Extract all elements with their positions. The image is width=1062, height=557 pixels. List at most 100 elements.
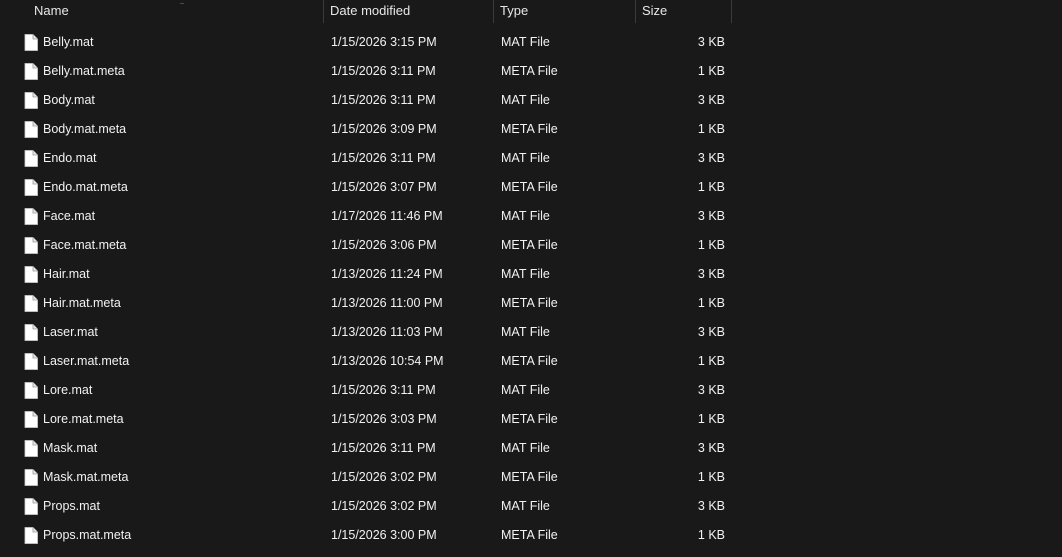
- file-icon: [24, 92, 38, 109]
- file-list: Belly.mat 1/15/2026 3:15 PM MAT File 3 KB Be…: [0, 28, 1062, 550]
- file-name: Belly.mat.meta: [43, 64, 125, 78]
- file-name: Hair.mat.meta: [43, 296, 121, 310]
- file-size: 3 KB: [697, 499, 725, 513]
- file-name: Lore.mat: [43, 383, 93, 397]
- file-row[interactable]: Body.mat 1/15/2026 3:11 PM MAT File 3 KB: [0, 86, 732, 115]
- file-row[interactable]: Lore.mat 1/15/2026 3:11 PM MAT File 3 KB: [0, 376, 732, 405]
- file-size: 1 KB: [697, 528, 725, 542]
- file-size: 3 KB: [697, 441, 725, 455]
- file-type: MAT File: [501, 151, 550, 165]
- file-name: Laser.mat: [43, 325, 98, 339]
- file-row[interactable]: Hair.mat.meta 1/13/2026 11:00 PM META File…: [0, 289, 732, 318]
- file-icon: [24, 150, 38, 167]
- file-date-modified: 1/15/2026 3:11 PM: [331, 383, 436, 397]
- column-header-name[interactable]: Name: [0, 0, 324, 23]
- file-row[interactable]: Laser.mat 1/13/2026 11:03 PM MAT File 3 KB: [0, 318, 732, 347]
- file-row[interactable]: Belly.mat.meta 1/15/2026 3:11 PM META File…: [0, 57, 732, 86]
- file-name: Mask.mat.meta: [43, 470, 129, 484]
- file-type: META File: [501, 296, 558, 310]
- file-type: META File: [501, 238, 558, 252]
- file-type: MAT File: [501, 441, 550, 455]
- file-date-modified: 1/15/2026 3:06 PM: [331, 238, 437, 252]
- file-size: 3 KB: [697, 383, 725, 397]
- file-date-modified: 1/15/2026 3:00 PM: [331, 528, 437, 542]
- file-type: MAT File: [501, 35, 550, 49]
- file-date-modified: 1/15/2026 3:11 PM: [331, 64, 436, 78]
- file-type: MAT File: [501, 325, 550, 339]
- file-name: Endo.mat.meta: [43, 180, 128, 194]
- file-row[interactable]: Endo.mat.meta 1/15/2026 3:07 PM META File 1…: [0, 173, 732, 202]
- file-row[interactable]: Belly.mat 1/15/2026 3:15 PM MAT File 3 KB: [0, 28, 732, 57]
- file-icon: [24, 237, 38, 254]
- column-header-bar: Name Date modified Type Size: [0, 0, 1062, 23]
- file-icon: [24, 121, 38, 138]
- column-header-size[interactable]: Size: [636, 0, 732, 23]
- file-row[interactable]: Props.mat 1/15/2026 3:02 PM MAT File 3 KB: [0, 492, 732, 521]
- file-size: 1 KB: [697, 238, 725, 252]
- file-size: 3 KB: [697, 209, 725, 223]
- file-name: Props.mat: [43, 499, 100, 513]
- file-row[interactable]: Face.mat 1/17/2026 11:46 PM MAT File 3 KB: [0, 202, 732, 231]
- file-row[interactable]: Laser.mat.meta 1/13/2026 10:54 PM META Fil…: [0, 347, 732, 376]
- file-icon: [24, 34, 38, 51]
- file-size: 3 KB: [697, 325, 725, 339]
- file-name: Face.mat.meta: [43, 238, 127, 252]
- file-row[interactable]: Mask.mat 1/15/2026 3:11 PM MAT File 3 KB: [0, 434, 732, 463]
- file-name: Body.mat: [43, 93, 95, 107]
- file-explorer-details-view: Name Date modified Type Size Belly.mat 1/…: [0, 0, 1062, 557]
- file-row[interactable]: Face.mat.meta 1/15/2026 3:06 PM META File 1…: [0, 231, 732, 260]
- file-icon: [24, 353, 38, 370]
- file-size: 1 KB: [697, 470, 725, 484]
- file-type: META File: [501, 122, 558, 136]
- file-date-modified: 1/13/2026 11:03 PM: [331, 325, 443, 339]
- file-date-modified: 1/15/2026 3:02 PM: [331, 470, 437, 484]
- column-header-type[interactable]: Type: [494, 0, 636, 23]
- sort-indicator: [180, 0, 184, 4]
- file-size: 1 KB: [697, 296, 725, 310]
- file-name: Hair.mat: [43, 267, 90, 281]
- file-row[interactable]: Mask.mat.meta 1/15/2026 3:02 PM META File 1…: [0, 463, 732, 492]
- file-date-modified: 1/17/2026 11:46 PM: [331, 209, 443, 223]
- file-icon: [24, 440, 38, 457]
- file-icon: [24, 469, 38, 486]
- file-icon: [24, 411, 38, 428]
- file-size: 1 KB: [697, 354, 725, 368]
- file-icon: [24, 382, 38, 399]
- file-date-modified: 1/15/2026 3:07 PM: [331, 180, 437, 194]
- file-date-modified: 1/15/2026 3:15 PM: [331, 35, 437, 49]
- file-type: MAT File: [501, 383, 550, 397]
- file-type: MAT File: [501, 209, 550, 223]
- file-row[interactable]: Endo.mat 1/15/2026 3:11 PM MAT File 3 KB: [0, 144, 732, 173]
- file-type: META File: [501, 470, 558, 484]
- file-icon: [24, 179, 38, 196]
- file-row[interactable]: Hair.mat 1/13/2026 11:24 PM MAT File 3 KB: [0, 260, 732, 289]
- file-name: Laser.mat.meta: [43, 354, 130, 368]
- file-size: 3 KB: [697, 93, 725, 107]
- column-header-date-modified[interactable]: Date modified: [324, 0, 494, 23]
- file-date-modified: 1/15/2026 3:09 PM: [331, 122, 437, 136]
- file-type: META File: [501, 354, 558, 368]
- file-date-modified: 1/15/2026 3:02 PM: [331, 499, 437, 513]
- file-type: META File: [501, 180, 558, 194]
- file-date-modified: 1/13/2026 11:24 PM: [331, 267, 443, 281]
- file-name: Mask.mat: [43, 441, 98, 455]
- file-size: 1 KB: [697, 64, 725, 78]
- file-icon: [24, 527, 38, 544]
- file-icon: [24, 498, 38, 515]
- file-name: Body.mat.meta: [43, 122, 127, 136]
- file-type: MAT File: [501, 499, 550, 513]
- file-date-modified: 1/15/2026 3:03 PM: [331, 412, 437, 426]
- file-row[interactable]: Props.mat.meta 1/15/2026 3:00 PM META File…: [0, 521, 732, 550]
- file-type: META File: [501, 412, 558, 426]
- file-name: Props.mat.meta: [43, 528, 132, 542]
- file-type: MAT File: [501, 267, 550, 281]
- file-size: 1 KB: [697, 412, 725, 426]
- file-name: Endo.mat: [43, 151, 97, 165]
- file-icon: [24, 266, 38, 283]
- file-row[interactable]: Body.mat.meta 1/15/2026 3:09 PM META File 1…: [0, 115, 732, 144]
- file-type: META File: [501, 528, 558, 542]
- file-row[interactable]: Lore.mat.meta 1/15/2026 3:03 PM META File 1…: [0, 405, 732, 434]
- file-icon: [24, 295, 38, 312]
- file-icon: [24, 208, 38, 225]
- file-size: 1 KB: [697, 180, 725, 194]
